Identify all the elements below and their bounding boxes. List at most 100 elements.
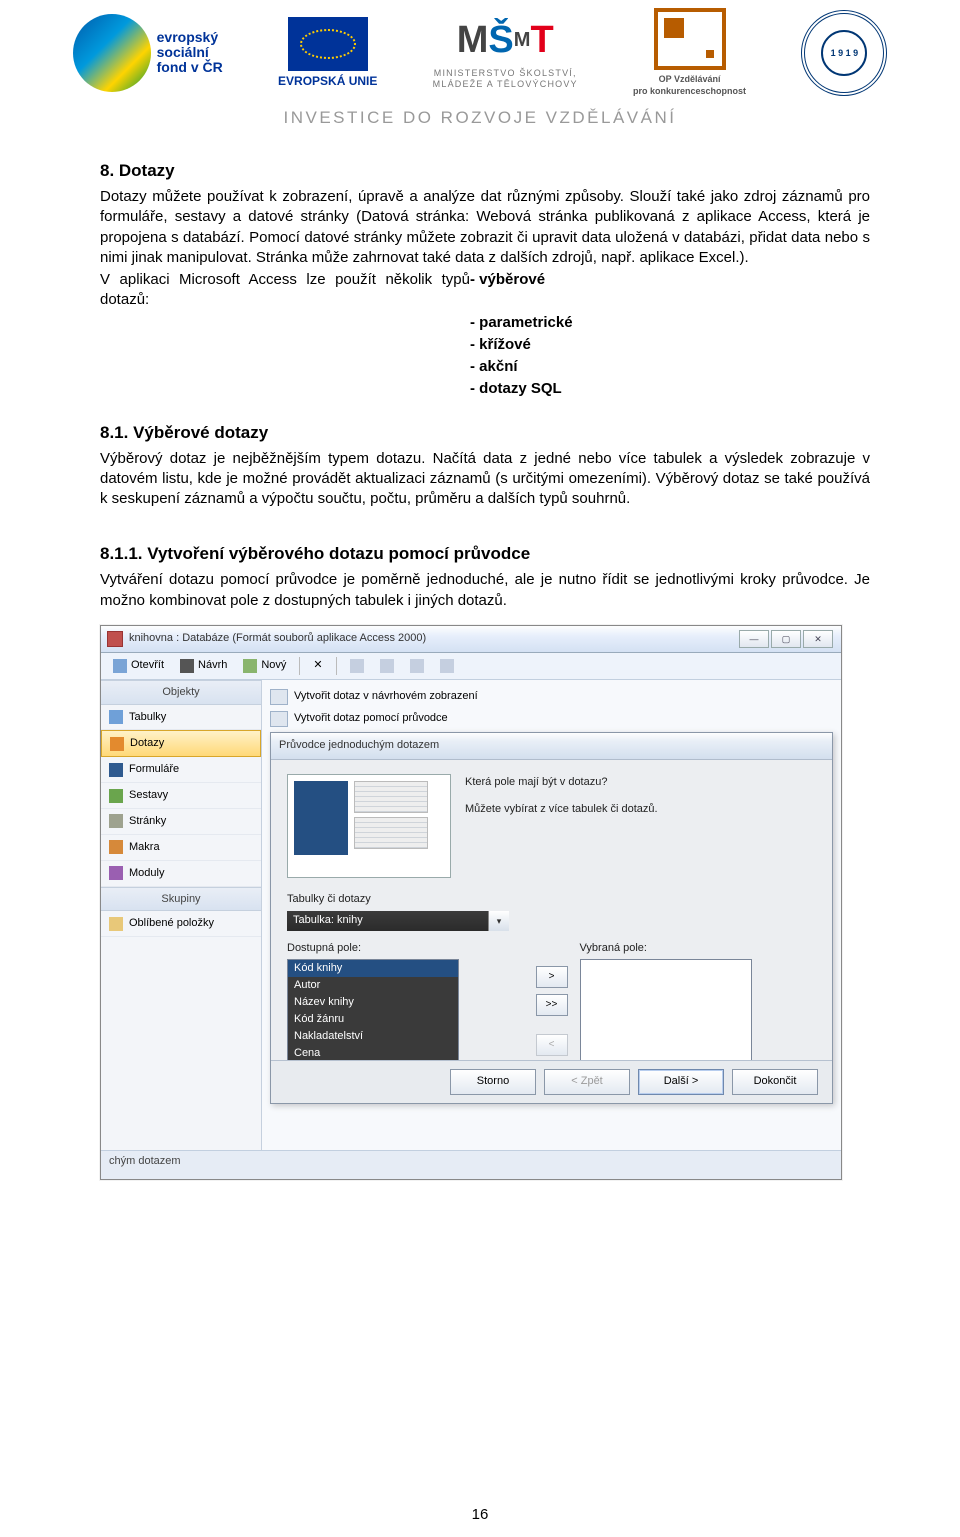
db-icon	[107, 631, 123, 647]
create-design-label: Vytvořit dotaz v návrhovém zobrazení	[294, 689, 478, 704]
forms-icon	[109, 763, 123, 777]
label-tables: Tabulky či dotazy	[287, 892, 816, 907]
seal-year: 1 9 1 9	[805, 14, 883, 92]
dropdown-arrow-icon[interactable]: ▾	[488, 911, 509, 931]
esf-icon	[73, 14, 151, 92]
query-type-4: - dotazy SQL	[470, 379, 870, 399]
nav-item-macros[interactable]: Makra	[101, 835, 261, 861]
nav-pages-label: Stránky	[129, 814, 166, 829]
op-icon	[654, 8, 726, 70]
heading-8-dotazy: 8. Dotazy	[100, 160, 870, 183]
view-list-button[interactable]	[404, 657, 430, 675]
view-details-icon	[440, 659, 454, 673]
query-type-2: - křížové	[470, 335, 870, 355]
open-button[interactable]: Otevřít	[107, 656, 170, 675]
view-small-button[interactable]	[374, 657, 400, 675]
db-window-title: knihovna : Databáze (Formát souborů apli…	[129, 631, 426, 646]
paragraph-pruvodce: Vytváření dotazu pomocí průvodce je pomě…	[100, 570, 870, 611]
nav-tables-label: Tabulky	[129, 710, 166, 725]
nav-pane: Objekty Tabulky Dotazy Formuláře Sestavy…	[101, 680, 262, 1150]
window-minimize-button[interactable]: —	[739, 630, 769, 648]
nav-item-pages[interactable]: Stránky	[101, 809, 261, 835]
move-add-button[interactable]: >	[536, 966, 568, 988]
window-close-button[interactable]: ✕	[803, 630, 833, 648]
heading-811: 8.1.1. Vytvoření výběrového dotazu pomoc…	[100, 543, 870, 566]
move-add-all-button[interactable]: >>	[536, 994, 568, 1016]
nav-item-reports[interactable]: Sestavy	[101, 783, 261, 809]
view-large-icon	[350, 659, 364, 673]
msmt-icon: MŠ MT	[457, 15, 554, 66]
create-design-icon	[270, 689, 288, 705]
tables-icon	[109, 710, 123, 724]
header-logos: evropský sociální fond v ČR EVROPSKÁ UNI…	[0, 0, 960, 97]
delete-button[interactable]: ✕	[307, 656, 328, 675]
heading-81: 8.1. Výběrové dotazy	[100, 422, 870, 445]
avail-field-1[interactable]: Autor	[288, 977, 458, 994]
back-button[interactable]: < Zpět	[544, 1069, 630, 1095]
cancel-button[interactable]: Storno	[450, 1069, 536, 1095]
msmt-line1: MINISTERSTVO ŠKOLSTVÍ,	[434, 68, 577, 78]
reports-icon	[109, 789, 123, 803]
new-icon	[243, 659, 257, 673]
banner-investice: INVESTICE DO ROZVOJE VZDĚLÁVÁNÍ	[0, 107, 960, 130]
nav-fav-label: Oblíbené položky	[129, 916, 214, 931]
msmt-logo: MŠ MT MINISTERSTVO ŠKOLSTVÍ, MLÁDEŽE A T…	[433, 15, 578, 90]
wizard-question: Která pole mají být v dotazu?	[465, 774, 658, 792]
wizard-titlebar: Průvodce jednoduchým dotazem	[271, 733, 832, 760]
page-number: 16	[0, 1505, 960, 1525]
nav-item-queries[interactable]: Dotazy	[101, 730, 261, 757]
avail-field-0[interactable]: Kód knihy	[288, 960, 458, 977]
new-button[interactable]: Nový	[237, 656, 292, 675]
modules-icon	[109, 866, 123, 880]
design-icon	[180, 659, 194, 673]
query-type-3: - akční	[470, 357, 870, 377]
nav-forms-label: Formuláře	[129, 762, 179, 777]
op-line1: OP Vzdělávání	[659, 74, 721, 84]
esf-line3: fond v ČR	[157, 60, 223, 75]
view-large-button[interactable]	[344, 657, 370, 675]
avail-field-3[interactable]: Kód žánru	[288, 1011, 458, 1028]
nav-item-modules[interactable]: Moduly	[101, 861, 261, 887]
tables-dropdown[interactable]: Tabulka: knihy ▾	[287, 911, 509, 931]
next-button[interactable]: Další >	[638, 1069, 724, 1095]
macros-icon	[109, 840, 123, 854]
wizard-prompt-block: Která pole mají být v dotazu? Můžete vyb…	[465, 774, 658, 878]
create-query-wizard[interactable]: Vytvořit dotaz pomocí průvodce	[268, 708, 835, 730]
msmt-line2: MLÁDEŽE A TĚLOVÝCHOVY	[433, 79, 578, 89]
view-list-icon	[410, 659, 424, 673]
nav-modules-label: Moduly	[129, 866, 164, 881]
view-details-button[interactable]	[434, 657, 460, 675]
nav-item-favorites[interactable]: Oblíbené položky	[101, 911, 261, 937]
esf-logo: evropský sociální fond v ČR	[73, 14, 223, 92]
design-button[interactable]: Návrh	[174, 656, 233, 675]
create-wizard-icon	[270, 711, 288, 727]
move-remove-button[interactable]: <	[536, 1034, 568, 1056]
esf-text: evropský sociální fond v ČR	[157, 30, 223, 76]
nav-item-tables[interactable]: Tabulky	[101, 705, 261, 731]
window-maximize-button[interactable]: ▢	[771, 630, 801, 648]
db-toolbar: Otevřít Návrh Nový ✕	[101, 653, 841, 680]
view-small-icon	[380, 659, 394, 673]
create-wizard-label: Vytvořit dotaz pomocí průvodce	[294, 711, 448, 726]
folder-icon	[109, 917, 123, 931]
nav-item-forms[interactable]: Formuláře	[101, 757, 261, 783]
nav-queries-label: Dotazy	[130, 736, 164, 751]
query-types-intro: V aplikaci Microsoft Access lze použít n…	[100, 270, 470, 311]
eu-logo-block: EVROPSKÁ UNIE	[278, 17, 377, 89]
esf-line1: evropský	[157, 30, 223, 45]
new-label: Nový	[261, 658, 286, 673]
query-type-1: - parametrické	[470, 313, 870, 333]
delete-icon: ✕	[313, 658, 322, 673]
avail-field-4[interactable]: Nakladatelství	[288, 1028, 458, 1045]
create-query-design[interactable]: Vytvořit dotaz v návrhovém zobrazení	[268, 686, 835, 708]
db-window-titlebar: knihovna : Databáze (Formát souborů apli…	[101, 626, 841, 653]
op-text: OP Vzdělávání pro konkurenceschopnost	[633, 73, 746, 97]
op-line2: pro konkurenceschopnost	[633, 86, 746, 96]
label-selected: Vybraná pole:	[580, 941, 817, 956]
nav-header-groups: Skupiny	[101, 887, 261, 912]
finish-button[interactable]: Dokončit	[732, 1069, 818, 1095]
nav-macros-label: Makra	[129, 840, 160, 855]
avail-field-2[interactable]: Název knihy	[288, 994, 458, 1011]
eu-label: EVROPSKÁ UNIE	[278, 73, 377, 89]
design-label: Návrh	[198, 658, 227, 673]
